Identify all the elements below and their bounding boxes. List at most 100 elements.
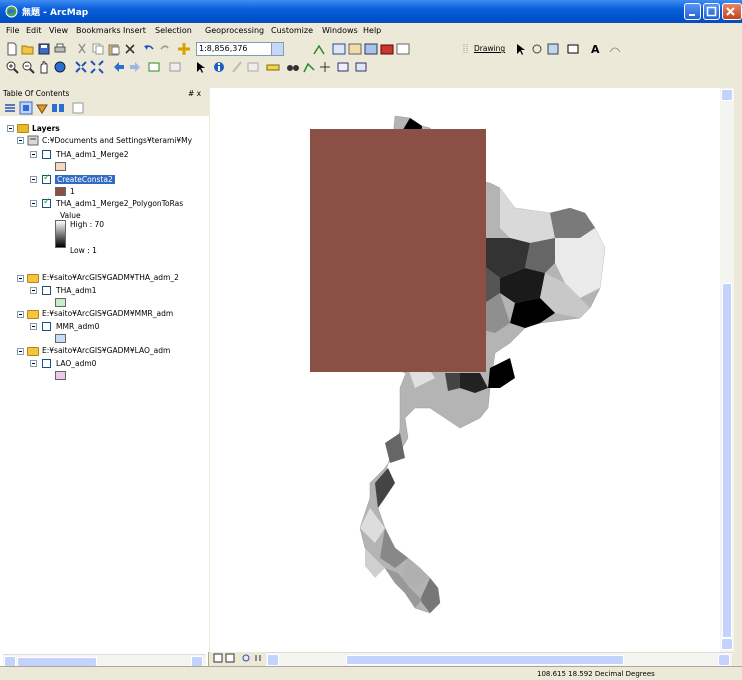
zoom-whole-page-icon[interactable] — [546, 42, 560, 56]
map-canvas[interactable] — [210, 88, 733, 652]
fixed-zoom-out-icon[interactable] — [90, 60, 104, 74]
curved-text-icon[interactable] — [608, 42, 622, 56]
menu-view[interactable]: View — [49, 26, 68, 35]
layer-symbol-swatch[interactable] — [55, 371, 66, 380]
group-source-path[interactable]: E:¥saito¥ArcGIS¥GADM¥THA_adm_2 — [42, 273, 179, 282]
save-icon[interactable] — [37, 42, 51, 56]
clear-selection-icon[interactable] — [168, 60, 182, 74]
map-scale-combobox[interactable]: 1:8,856,376 — [196, 42, 284, 56]
html-popup-icon[interactable] — [246, 60, 260, 74]
hyperlink-icon[interactable] — [230, 60, 244, 74]
editor-toolbar-icon[interactable] — [312, 42, 326, 56]
delete-icon[interactable] — [123, 42, 137, 56]
collapse-group-toggle[interactable] — [17, 275, 24, 282]
collapse-layer-toggle[interactable] — [30, 200, 37, 207]
menu-insert[interactable]: Insert — [123, 26, 146, 35]
paste-icon[interactable] — [107, 42, 121, 56]
copy-icon[interactable] — [91, 42, 105, 56]
drawing-menu[interactable]: Drawing — [474, 44, 505, 53]
back-arrow-icon[interactable] — [112, 60, 126, 74]
menu-windows[interactable]: Windows — [322, 26, 358, 35]
menu-selection[interactable]: Selection — [155, 26, 192, 35]
list-by-drawing-order-icon[interactable] — [3, 101, 17, 115]
scroll-right-arrow[interactable] — [718, 654, 730, 666]
layout-view-icon[interactable] — [225, 653, 235, 663]
viewer-window-icon[interactable] — [354, 60, 368, 74]
list-by-source-icon[interactable] — [19, 101, 33, 115]
drawing-grip-icon[interactable] — [462, 42, 470, 56]
zoom-in-icon[interactable] — [5, 60, 19, 74]
map-display[interactable] — [210, 88, 733, 652]
layer-visibility-checkbox[interactable] — [42, 197, 51, 208]
maximize-button[interactable] — [703, 3, 720, 20]
menu-edit[interactable]: Edit — [26, 26, 42, 35]
collapse-layer-toggle[interactable] — [30, 151, 37, 158]
layer-visibility-checkbox[interactable] — [42, 286, 51, 295]
zoom-out-icon[interactable] — [21, 60, 35, 74]
layer-name[interactable]: THA_adm1 — [56, 286, 97, 295]
layer-visibility-checkbox[interactable] — [42, 173, 51, 184]
layer-visibility-checkbox[interactable] — [42, 359, 51, 368]
find-icon[interactable] — [286, 60, 300, 74]
measure-icon[interactable] — [266, 60, 280, 74]
layers-root-label[interactable]: Layers — [32, 124, 60, 133]
cut-icon[interactable] — [75, 42, 89, 56]
options-icon[interactable] — [71, 101, 85, 115]
menu-file[interactable]: File — [6, 26, 19, 35]
collapse-layer-toggle[interactable] — [30, 176, 37, 183]
scroll-down-arrow[interactable] — [721, 638, 733, 650]
layer-visibility-checkbox[interactable] — [42, 150, 51, 159]
menu-customize[interactable]: Customize — [271, 26, 313, 35]
pause-drawing-icon[interactable] — [253, 653, 263, 663]
search-window-icon[interactable] — [364, 42, 378, 56]
redo-icon[interactable] — [158, 42, 172, 56]
fixed-zoom-in-icon[interactable] — [74, 60, 88, 74]
select-features-icon[interactable] — [148, 60, 162, 74]
select-elements-icon[interactable] — [514, 42, 528, 56]
collapse-group-toggle[interactable] — [17, 348, 24, 355]
collapse-group-toggle[interactable] — [17, 137, 24, 144]
select-elements-arrow-icon[interactable] — [194, 60, 208, 74]
identify-icon[interactable] — [212, 60, 226, 74]
add-data-icon[interactable] — [177, 42, 191, 56]
catalog-icon[interactable] — [348, 42, 362, 56]
group-source-path[interactable]: E:¥saito¥ArcGIS¥GADM¥LAO_adm — [42, 346, 170, 355]
layer-name[interactable]: MMR_adm0 — [56, 322, 99, 331]
group-source-path[interactable]: E:¥saito¥ArcGIS¥GADM¥MMR_adm — [42, 309, 173, 318]
close-button[interactable] — [722, 3, 742, 20]
toc-pin-close[interactable]: # x — [188, 89, 201, 98]
refresh-icon[interactable] — [241, 653, 251, 663]
scroll-left-arrow[interactable] — [267, 654, 279, 666]
forward-arrow-icon[interactable] — [128, 60, 142, 74]
arctoolbox-icon[interactable] — [380, 42, 394, 56]
layer-name-selected[interactable]: CreateConsta2 — [55, 175, 115, 184]
layer-name[interactable]: THA_adm1_Merge2 — [56, 150, 128, 159]
collapse-layer-toggle[interactable] — [30, 360, 37, 367]
collapse-layer-toggle[interactable] — [30, 323, 37, 330]
new-document-icon[interactable] — [5, 42, 19, 56]
legend-gradient-ramp[interactable] — [55, 220, 66, 248]
open-folder-icon[interactable] — [21, 42, 35, 56]
layer-visibility-checkbox[interactable] — [42, 322, 51, 331]
layer-symbol-swatch[interactable] — [55, 334, 66, 343]
collapse-group-toggle[interactable] — [17, 311, 24, 318]
menu-help[interactable]: Help — [363, 26, 381, 35]
map-vertical-scrollbar[interactable] — [720, 88, 734, 652]
text-icon[interactable]: A — [588, 42, 602, 56]
table-icon[interactable] — [332, 42, 346, 56]
print-icon[interactable] — [53, 42, 67, 56]
rotate-icon[interactable] — [530, 42, 544, 56]
layer-name[interactable]: LAO_adm0 — [56, 359, 96, 368]
chevron-down-icon[interactable] — [271, 43, 283, 55]
undo-icon[interactable] — [142, 42, 156, 56]
scroll-thumb[interactable] — [346, 655, 624, 665]
layer-name[interactable]: THA_adm1_Merge2_PolygonToRas — [56, 199, 183, 208]
rectangle-icon[interactable] — [566, 42, 580, 56]
layer-symbol-swatch[interactable] — [55, 162, 66, 171]
scroll-up-arrow[interactable] — [721, 89, 733, 101]
group-source-path[interactable]: C:¥Documents and Settings¥terami¥My — [42, 136, 192, 145]
scroll-thumb[interactable] — [722, 283, 732, 638]
full-extent-icon[interactable] — [53, 60, 67, 74]
list-by-visibility-icon[interactable] — [35, 101, 49, 115]
list-by-selection-icon[interactable] — [51, 101, 65, 115]
